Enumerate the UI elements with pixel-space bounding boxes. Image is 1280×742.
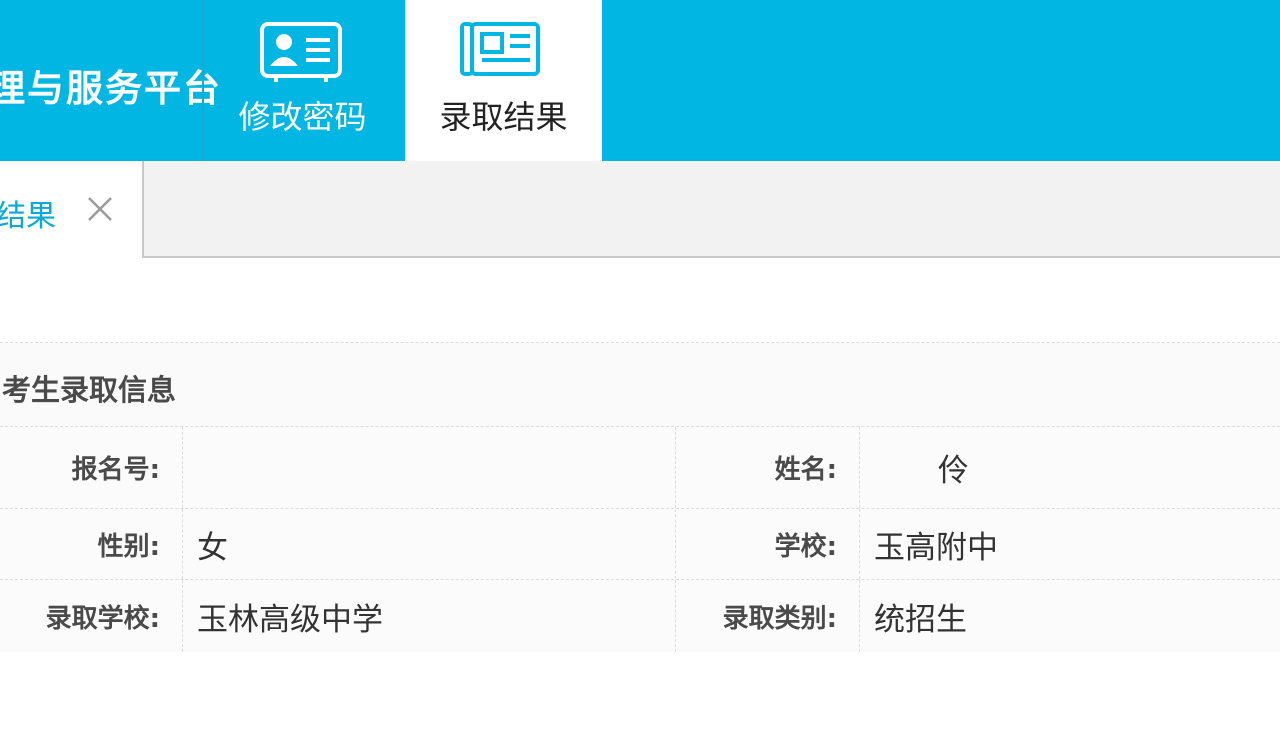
field-value-cell: 伶: [860, 427, 1280, 508]
top-header: 理与服务平台 修改密码 录取结果: [0, 0, 1280, 161]
school-value: 玉高附中: [874, 529, 998, 566]
field-value-cell: 统招生: [860, 580, 1280, 652]
field-label-cell: 报名号:: [0, 427, 183, 508]
platform-title: 理与服务平台: [0, 67, 222, 110]
nav-admission-result-label: 录取结果: [439, 98, 568, 136]
admitted-school-label: 录取学校:: [45, 603, 160, 634]
panel-header: 考生录取信息: [0, 343, 1280, 427]
field-value-cell: 玉林高级中学: [183, 580, 676, 652]
nav-admission-result[interactable]: 录取结果: [405, 0, 602, 161]
gender-label: 性别:: [97, 531, 160, 562]
nav-change-password[interactable]: 修改密码: [204, 0, 401, 161]
admission-category-value: 统招生: [874, 601, 967, 638]
admission-info-panel: 考生录取信息 报名号: 姓名: 伶 性别: 女 学校: 玉高附中 录取学校: 玉…: [0, 342, 1280, 652]
gender-value: 女: [197, 529, 228, 566]
info-row: 报名号: 姓名: 伶: [0, 427, 1280, 509]
tab-strip: 取结果: [0, 161, 1280, 258]
field-value-cell: 女: [183, 509, 676, 579]
field-label-cell: 学校:: [676, 509, 860, 579]
close-icon[interactable]: [86, 195, 114, 223]
info-row: 性别: 女 学校: 玉高附中: [0, 509, 1280, 580]
name-value: 伶: [938, 453, 969, 489]
id-card-icon: [260, 22, 342, 88]
name-label: 姓名:: [774, 455, 837, 485]
field-label-cell: 姓名:: [676, 427, 860, 508]
admission-category-label: 录取类别:: [722, 603, 837, 634]
field-label-cell: 录取学校:: [0, 580, 183, 652]
field-label-cell: 性别:: [0, 509, 183, 579]
registration-number-label: 报名号:: [71, 455, 160, 485]
school-label: 学校:: [774, 531, 837, 562]
field-label-cell: 录取类别:: [676, 580, 860, 652]
field-value-cell: 玉高附中: [860, 509, 1280, 579]
field-value-cell: [183, 427, 676, 508]
tab-admission-result[interactable]: 取结果: [0, 161, 144, 258]
nav-change-password-label: 修改密码: [238, 98, 367, 136]
admitted-school-value: 玉林高级中学: [197, 601, 383, 638]
panel-title: 考生录取信息: [2, 373, 177, 407]
newspaper-icon: [460, 22, 542, 82]
info-row: 录取学校: 玉林高级中学 录取类别: 统招生: [0, 580, 1280, 652]
tab-label: 取结果: [0, 199, 56, 234]
